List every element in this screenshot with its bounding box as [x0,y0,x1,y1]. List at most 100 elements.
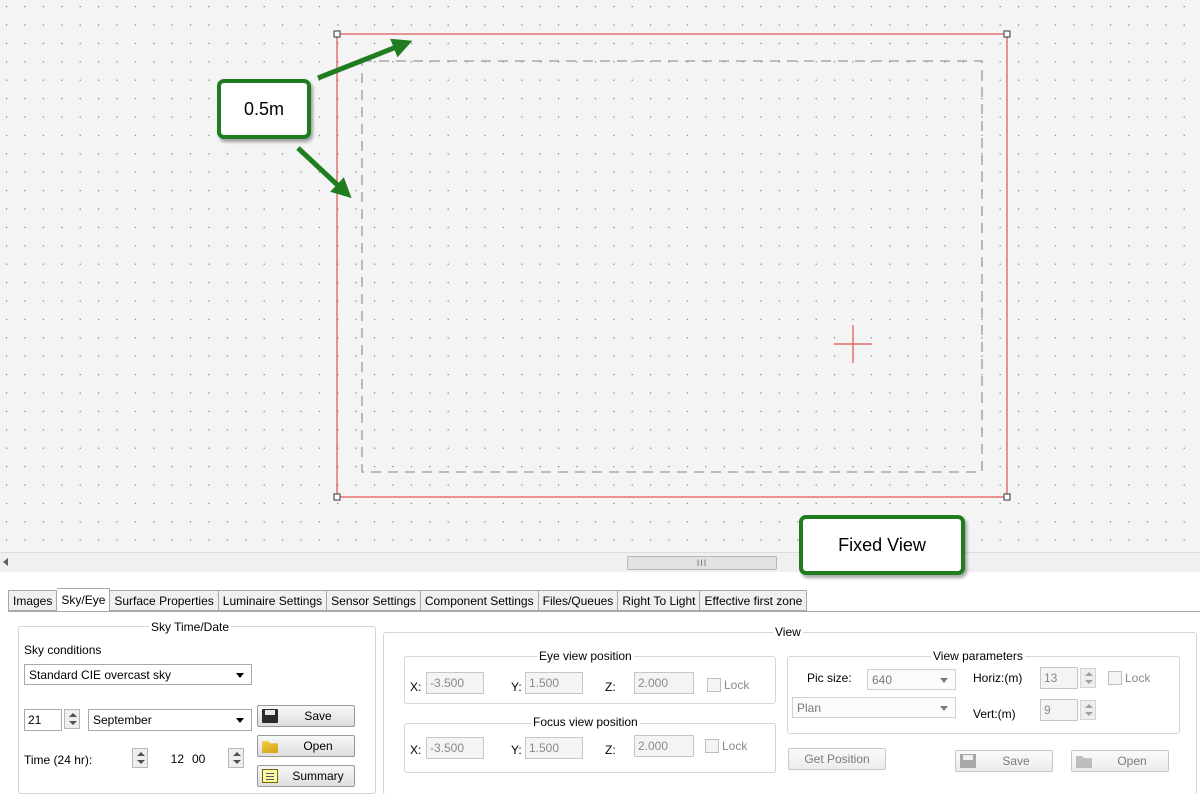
sky-save-button[interactable]: Save [257,705,355,727]
dimension-callout: 0.5m [217,79,311,139]
spin-up-icon[interactable] [233,752,241,756]
get-position-label: Get Position [804,752,870,766]
pic-size-label: Pic size: [807,671,852,685]
grid-dots [0,0,1200,552]
tab-label: Luminaire Settings [222,593,323,608]
tab-panel-sky-eye: Sky Time/Date Sky conditions Standard CI… [8,611,1200,794]
chevron-down-icon [940,706,948,711]
vert-spinner[interactable] [1080,700,1096,720]
spin-down-icon[interactable] [1085,712,1093,716]
room-corner-handle[interactable] [333,30,341,38]
focus-x-input[interactable]: -3.500 [426,737,484,759]
tab-label: Surface Properties [114,593,214,608]
save-icon [262,709,278,723]
day-input[interactable]: 21 [24,709,62,731]
checkbox-icon [707,678,721,692]
tab-images[interactable]: Images [8,590,58,611]
view-type-value: Plan [797,700,822,715]
spin-up-icon[interactable] [69,713,77,717]
tab-effective-first-zone[interactable]: Effective first zone [700,590,808,611]
checkbox-icon [705,739,719,753]
scroll-left-icon[interactable] [3,558,8,566]
eye-view-position-title: Eye view position [537,649,634,663]
focus-z-label: Z: [605,743,616,757]
canvas-drawing [0,0,1200,552]
view-parameters-group [787,656,1180,734]
spin-down-icon[interactable] [137,760,145,764]
pic-size-select[interactable]: 640 [867,669,956,690]
spin-up-icon[interactable] [1085,672,1093,676]
hour-input[interactable]: 12 [150,748,188,770]
sky-open-button[interactable]: Open [257,735,355,757]
focus-lock-checkbox[interactable]: Lock [705,739,747,753]
tab-label: Sensor Settings [331,593,416,608]
view-type-select[interactable]: Plan [792,697,956,718]
tab-sky-eye[interactable]: Sky/Eye [57,588,111,611]
spin-down-icon[interactable] [69,721,77,725]
minute-input[interactable]: 00 [188,748,220,770]
summary-icon [262,769,278,783]
summary-label: Summary [292,769,344,783]
eye-z-label: Z: [605,680,616,694]
chevron-down-icon [940,678,948,683]
focus-y-input[interactable]: 1.500 [525,737,583,759]
tab-files-queues[interactable]: Files/Queues [538,590,619,611]
eye-y-label: Y: [511,680,522,694]
tab-label: Sky/Eye [61,593,106,607]
view-open-button[interactable]: Open [1071,750,1169,772]
tab-luminaire-settings[interactable]: Luminaire Settings [218,590,328,611]
grip-icon: III [696,558,708,568]
view-parameters-title: View parameters [931,649,1025,663]
tab-label: Files/Queues [542,593,614,608]
eye-z-input[interactable]: 2.000 [634,672,694,694]
sky-time-date-title: Sky Time/Date [149,620,232,634]
eye-x-input[interactable]: -3.500 [426,672,484,694]
tab-label: Right To Light [622,593,696,608]
minute-spinner[interactable] [228,748,244,768]
tab-right-to-light[interactable]: Right To Light [618,590,701,611]
focus-z-input[interactable]: 2.000 [634,735,694,757]
room-corner-handle[interactable] [333,493,341,501]
room-corner-handle[interactable] [1003,30,1011,38]
month-select[interactable]: September [88,709,252,731]
eye-y-input[interactable]: 1.500 [525,672,583,694]
vert-input[interactable]: 9 [1040,699,1078,721]
sky-save-label: Save [304,709,332,723]
spin-up-icon[interactable] [1085,704,1093,708]
view-save-label: Save [1002,754,1030,768]
eye-lock-checkbox[interactable]: Lock [707,678,749,692]
get-position-button[interactable]: Get Position [788,748,886,770]
tab-component-settings[interactable]: Component Settings [420,590,539,611]
eye-lock-label: Lock [724,678,750,692]
vert-label: Vert:(m) [973,707,1016,721]
horizontal-scrollbar[interactable]: III [0,552,1200,572]
room-corner-handle[interactable] [1003,493,1011,501]
sky-conditions-select[interactable]: Standard CIE overcast sky [24,664,252,685]
params-lock-checkbox[interactable]: Lock [1108,671,1150,685]
open-folder-icon [262,741,278,753]
focus-view-position-title: Focus view position [531,715,640,729]
horiz-input[interactable]: 13 [1040,667,1078,689]
sky-conditions-value: Standard CIE overcast sky [29,667,172,682]
tab-label: Component Settings [424,593,534,608]
spin-down-icon[interactable] [1085,680,1093,684]
tab-bar: Images Sky/Eye Surface Properties Lumina… [8,588,808,611]
save-icon [960,754,976,768]
dimension-callout-text: 0.5m [243,98,285,119]
fixed-view-callout-text: Fixed View [838,534,926,555]
scrollbar-thumb[interactable]: III [627,556,777,570]
hour-spinner[interactable] [132,748,148,768]
horiz-spinner[interactable] [1080,668,1096,688]
chevron-down-icon [236,673,244,678]
summary-button[interactable]: Summary [257,765,355,787]
focus-x-label: X: [410,743,422,757]
day-spinner[interactable] [64,709,80,729]
view-title: View [773,625,803,639]
chevron-down-icon [236,718,244,723]
view-save-button[interactable]: Save [955,750,1053,772]
drawing-canvas[interactable]: 0.5m [0,0,1200,552]
spin-up-icon[interactable] [137,752,145,756]
tab-sensor-settings[interactable]: Sensor Settings [327,590,421,611]
spin-down-icon[interactable] [233,760,241,764]
tab-surface-properties[interactable]: Surface Properties [110,590,219,611]
